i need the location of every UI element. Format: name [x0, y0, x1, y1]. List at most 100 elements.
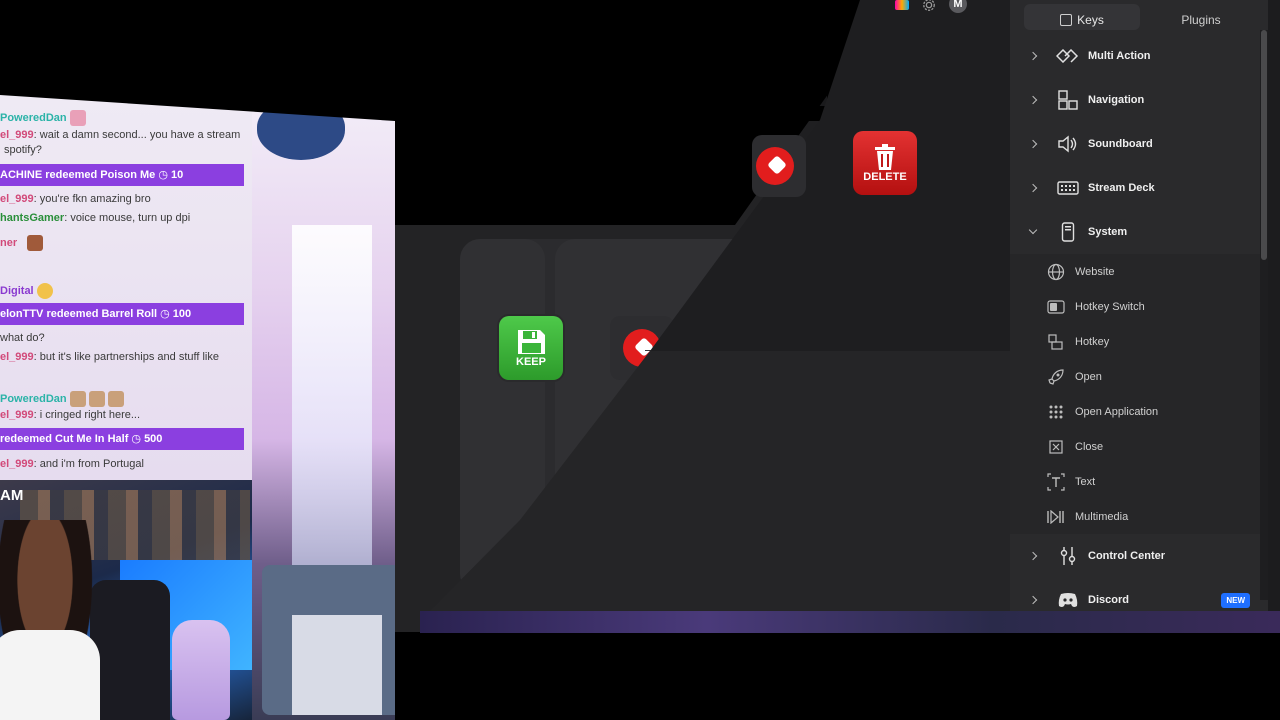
key-delete-label: DELETE: [863, 171, 907, 183]
webcam-feed: [0, 480, 252, 720]
category-label: Multi Action: [1088, 50, 1151, 62]
profile-name: Recording: [445, 203, 500, 217]
action-label: Open Application: [1075, 405, 1159, 418]
chat-line: hantsGamer: voice mouse, turn up dpi: [0, 212, 191, 224]
chevron-right-icon: [1028, 183, 1038, 193]
globe-icon: [1047, 263, 1065, 281]
stream-chat: PoweredDan el_999: wait a damn second...…: [0, 95, 252, 480]
action-hotkey[interactable]: Hotkey: [1010, 324, 1268, 359]
chevron-down-icon: [624, 181, 635, 191]
category-soundboard[interactable]: Soundboard: [1010, 126, 1268, 162]
now-playing-title: Girls: [495, 586, 527, 602]
select-key-hint: Select a key to configure its action.: [687, 480, 857, 492]
system-icon: [1056, 222, 1080, 242]
chat-line: el_999: i cringed right here...: [0, 409, 141, 421]
action-label: Hotkey: [1075, 335, 1110, 348]
key-keep[interactable]: KEEP: [499, 316, 563, 380]
chat-line: spotify?: [4, 144, 42, 156]
hotkey-switch-icon: [1047, 298, 1065, 316]
avatar[interactable]: M: [949, 0, 967, 13]
action-label: Close: [1075, 440, 1104, 453]
action-label: Hotkey Switch: [1075, 300, 1145, 313]
chevron-right-icon: [1028, 139, 1038, 149]
category-label: Stream Deck: [1088, 182, 1155, 194]
chat-line: el_999: wait a damn second... you have a…: [0, 129, 241, 141]
system-actions-list: Website Hotkey Switch Hotkey Open Open A…: [1010, 254, 1268, 534]
profile-selector[interactable]: Recording: [445, 203, 514, 217]
play-pause-icon: [1047, 508, 1065, 526]
discord-icon: [1056, 590, 1080, 610]
category-multi-action[interactable]: Multi Action: [1010, 38, 1268, 74]
scrollbar-thumb[interactable]: [1261, 30, 1267, 260]
chat-line: Digital: [0, 283, 53, 299]
chevron-down-icon: [1028, 225, 1038, 235]
chat-line: ner: [0, 235, 44, 251]
category-label: Navigation: [1088, 94, 1145, 106]
apps-icon[interactable]: [895, 0, 909, 10]
action-label: Multimedia: [1075, 510, 1129, 523]
chat-line: PoweredDan: [0, 391, 124, 407]
tab-plugins[interactable]: Plugins: [1140, 4, 1262, 30]
window-title: Stream Deck: [421, 127, 485, 140]
rocket-icon: [1047, 368, 1065, 386]
stream-deck-icon: [1056, 178, 1080, 198]
chat-line: PoweredDan: [0, 110, 86, 126]
multi-action-icon: [1056, 46, 1080, 66]
chat-line: el_999: but it's like partnerships and s…: [0, 351, 219, 363]
stream-deck-app-icon: [402, 127, 414, 140]
category-control-center[interactable]: Control Center: [1010, 538, 1268, 574]
record-icon: [623, 329, 661, 367]
device-selector[interactable]: Stream Deck Pedal (Right): [445, 180, 635, 196]
action-multimedia[interactable]: Multimedia: [1010, 499, 1268, 534]
window-titlebar[interactable]: Stream Deck: [395, 121, 1010, 146]
category-label: System: [1088, 226, 1128, 238]
action-open-application[interactable]: Open Application: [1010, 394, 1268, 429]
category-label: Discord: [1088, 594, 1129, 606]
key-record-top[interactable]: [752, 135, 806, 197]
action-website[interactable]: Website: [1010, 254, 1268, 289]
key-delete[interactable]: DELETE: [853, 131, 917, 195]
control-center-icon: [1056, 546, 1080, 566]
text-icon: [1047, 472, 1065, 491]
redeem-banner: ACHINE redeemed Poison Me ◷ 10: [0, 164, 244, 186]
chevron-right-icon: [1028, 595, 1038, 605]
chat-line: what do?: [0, 332, 45, 344]
category-stream-deck[interactable]: Stream Deck: [1010, 170, 1268, 206]
tab-keys-label: Keys: [1077, 13, 1104, 27]
redeem-banner: redeemed Cut Me In Half ◷ 500: [0, 428, 244, 450]
soundboard-icon: [1056, 134, 1080, 154]
close-icon: [1047, 438, 1065, 456]
new-badge: NEW: [1221, 592, 1250, 608]
window-edge: [1268, 0, 1280, 611]
webcam-clock-label: AM: [0, 487, 24, 504]
category-navigation[interactable]: Navigation: [1010, 82, 1268, 118]
category-discord[interactable]: Discord NEW: [1010, 582, 1268, 618]
tab-plugins-label: Plugins: [1181, 13, 1221, 27]
chevron-right-icon: [1028, 95, 1038, 105]
action-open[interactable]: Open: [1010, 359, 1268, 394]
action-label: Website: [1075, 265, 1115, 278]
gear-icon[interactable]: [921, 0, 937, 12]
action-hotkey-switch[interactable]: Hotkey Switch: [1010, 289, 1268, 324]
action-label: Text: [1075, 475, 1096, 488]
action-text[interactable]: Text: [1010, 464, 1268, 499]
action-label: Open: [1075, 370, 1102, 383]
scrollbar[interactable]: [1260, 30, 1268, 600]
chevron-right-icon: [1028, 51, 1038, 61]
key-record[interactable]: [610, 316, 674, 380]
bell-icon[interactable]: [738, 179, 752, 195]
keys-icon: [1060, 14, 1073, 26]
redeem-banner: elonTTV redeemed Barrel Roll ◷ 100: [0, 303, 244, 325]
action-close[interactable]: Close: [1010, 429, 1268, 464]
chevron-right-icon: [1028, 551, 1038, 561]
top-toolbar: M: [895, 0, 967, 14]
pedal-canvas: [460, 239, 950, 594]
save-icon: [518, 330, 545, 354]
background-toolbar: [447, 82, 827, 106]
chat-line: el_999: you're fkn amazing bro: [0, 193, 151, 205]
category-label: Soundboard: [1088, 138, 1153, 150]
tab-keys[interactable]: Keys: [1024, 4, 1140, 30]
actions-panel: Keys Plugins Multi Action Navigation Sou…: [1010, 0, 1268, 611]
category-system[interactable]: System: [1010, 214, 1268, 250]
device-name: Stream Deck Pedal (Right): [445, 180, 621, 196]
